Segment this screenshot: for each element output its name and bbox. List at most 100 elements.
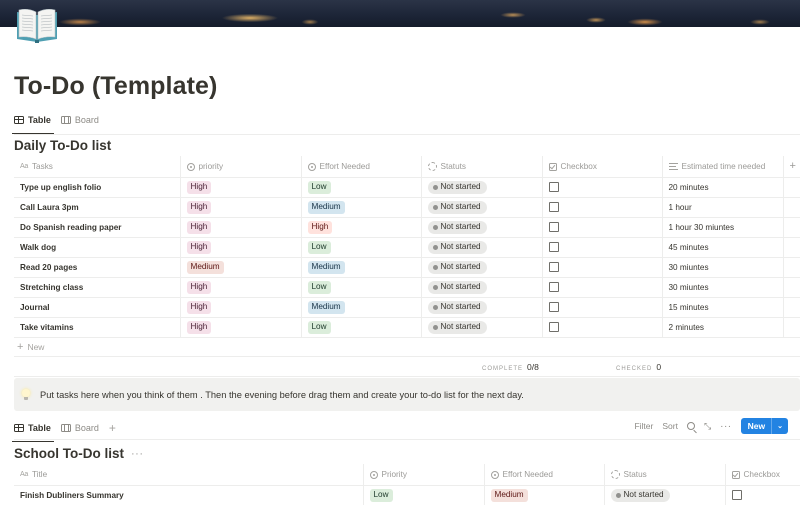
status-cell[interactable]: Not started — [420, 217, 542, 238]
effort-tag[interactable]: Low — [369, 488, 393, 502]
priority-cell[interactable]: High — [179, 297, 301, 318]
effort-tag[interactable]: Low — [307, 180, 331, 194]
school-list-title-text[interactable]: School To-Do list — [14, 446, 124, 461]
effort-cell[interactable]: Low — [300, 317, 421, 338]
priority-cell[interactable]: Medium — [179, 257, 301, 278]
priority-tag[interactable]: High — [186, 180, 212, 194]
checkbox[interactable] — [548, 282, 559, 292]
column-header-tasks[interactable]: Aa Tasks — [14, 156, 180, 178]
checkbox-cell[interactable] — [541, 317, 662, 338]
effort-cell[interactable]: Medium — [300, 257, 421, 278]
checkbox[interactable] — [548, 322, 559, 332]
estimated-time-cell[interactable]: 15 minutes — [661, 297, 783, 318]
checkbox-cell[interactable] — [541, 257, 662, 278]
title-cell[interactable]: Finish Dubliners Summary — [14, 485, 363, 505]
checkbox-cell[interactable] — [541, 217, 662, 238]
status-tag[interactable]: Not started — [427, 300, 487, 314]
callout-block[interactable]: Put tasks here when you think of them . … — [14, 378, 800, 411]
task-cell[interactable]: Do Spanish reading paper — [14, 217, 180, 238]
daily-list-title-text[interactable]: Daily To-Do list — [14, 138, 111, 153]
column-header-estimated-time[interactable]: Estimated time needed — [661, 156, 783, 178]
effort-cell[interactable]: Low — [300, 177, 421, 198]
effort-tag[interactable]: Low — [307, 240, 331, 254]
checkbox-cell[interactable] — [541, 177, 662, 198]
checkbox[interactable] — [548, 222, 559, 232]
estimated-time-cell[interactable]: 1 hour 30 miuntes — [661, 217, 783, 238]
priority-cell[interactable]: High — [179, 277, 301, 298]
estimated-time-cell[interactable]: 30 miuntes — [661, 257, 783, 278]
checkbox[interactable] — [548, 242, 559, 252]
status-cell[interactable]: Not started — [420, 177, 542, 198]
school-tab-board[interactable]: Board — [60, 419, 99, 437]
calc-checked[interactable]: Checked 0 — [616, 362, 661, 372]
estimated-time-cell[interactable]: 20 minutes — [661, 177, 783, 198]
priority-cell[interactable]: High — [179, 317, 301, 338]
priority-cell[interactable]: High — [179, 237, 301, 258]
effort-cell[interactable]: High — [300, 217, 421, 238]
effort-tag[interactable]: Low — [307, 280, 331, 294]
estimated-time-cell[interactable]: 1 hour — [661, 197, 783, 218]
status-tag[interactable]: Not started — [427, 320, 487, 334]
effort-tag[interactable]: Medium — [307, 200, 345, 214]
task-cell[interactable]: Read 20 pages — [14, 257, 180, 278]
effort-tag[interactable]: Medium — [307, 260, 345, 274]
priority-cell[interactable]: High — [179, 177, 301, 198]
column-header-status[interactable]: Statuts — [420, 156, 542, 178]
estimated-time-cell[interactable]: 30 miuntes — [661, 277, 783, 298]
checkbox-cell[interactable] — [541, 237, 662, 258]
status-cell[interactable]: Not started — [420, 257, 542, 278]
estimated-time-cell[interactable]: 2 minutes — [661, 317, 783, 338]
filter-button[interactable]: Filter — [634, 421, 653, 431]
daily-tab-board[interactable]: Board — [60, 111, 99, 129]
task-cell[interactable]: Take vitamins — [14, 317, 180, 338]
column-header-effort[interactable]: Effort Needed — [300, 156, 421, 178]
status-tag[interactable]: Not started — [427, 220, 487, 234]
priority-cell[interactable]: Low — [362, 485, 484, 505]
new-button[interactable]: New ⌄ — [740, 418, 788, 434]
priority-tag[interactable]: Medium — [490, 488, 528, 502]
priority-tag[interactable]: High — [186, 280, 212, 294]
status-tag[interactable]: Not started — [427, 240, 487, 254]
column-header-title[interactable]: Aa Title — [14, 464, 363, 486]
estimated-time-cell[interactable]: 45 minutes — [661, 237, 783, 258]
status-tag[interactable]: Not started — [427, 280, 487, 294]
checkbox[interactable] — [548, 202, 559, 212]
column-header-checkbox[interactable]: Checkbox — [541, 156, 662, 178]
column-header-checkbox[interactable]: Checkbox — [724, 464, 800, 486]
status-cell[interactable]: Not started — [420, 277, 542, 298]
status-cell[interactable]: Not started — [603, 485, 725, 505]
chevron-down-icon[interactable]: ⌄ — [771, 418, 788, 434]
expand-icon[interactable]: ⤡ — [704, 421, 711, 432]
effort-tag[interactable]: Medium — [307, 300, 345, 314]
effort-cell[interactable]: Medium — [300, 197, 421, 218]
priority-tag[interactable]: High — [186, 200, 212, 214]
calc-complete[interactable]: Complete 0/8 — [482, 362, 539, 372]
checkbox[interactable] — [548, 182, 559, 192]
status-tag[interactable]: Not started — [427, 180, 487, 194]
daily-tab-table[interactable]: Table — [12, 111, 54, 134]
priority-tag[interactable]: High — [186, 320, 212, 334]
checkbox[interactable] — [548, 302, 559, 312]
checkbox[interactable] — [731, 490, 742, 500]
open-book-icon[interactable] — [14, 6, 60, 44]
priority-tag[interactable]: High — [186, 240, 212, 254]
effort-tag[interactable]: High — [307, 220, 333, 234]
more-icon[interactable]: ··· — [131, 448, 144, 460]
school-tab-table[interactable]: Table — [12, 419, 54, 442]
status-tag[interactable]: Not started — [427, 260, 487, 274]
effort-cell[interactable]: Medium — [300, 297, 421, 318]
priority-cell[interactable]: High — [179, 217, 301, 238]
priority-tag[interactable]: High — [186, 300, 212, 314]
task-cell[interactable]: Stretching class — [14, 277, 180, 298]
more-options-icon[interactable]: ··· — [720, 421, 732, 432]
status-tag[interactable]: Not started — [610, 488, 670, 502]
task-cell[interactable]: Call Laura 3pm — [14, 197, 180, 218]
status-cell[interactable]: Not started — [420, 317, 542, 338]
status-cell[interactable]: Not started — [420, 297, 542, 318]
effort-tag[interactable]: Low — [307, 320, 331, 334]
priority-tag[interactable]: High — [186, 220, 212, 234]
effort-cell[interactable]: Low — [300, 277, 421, 298]
checkbox-cell[interactable] — [541, 277, 662, 298]
checkbox-cell[interactable] — [541, 297, 662, 318]
status-tag[interactable]: Not started — [427, 200, 487, 214]
